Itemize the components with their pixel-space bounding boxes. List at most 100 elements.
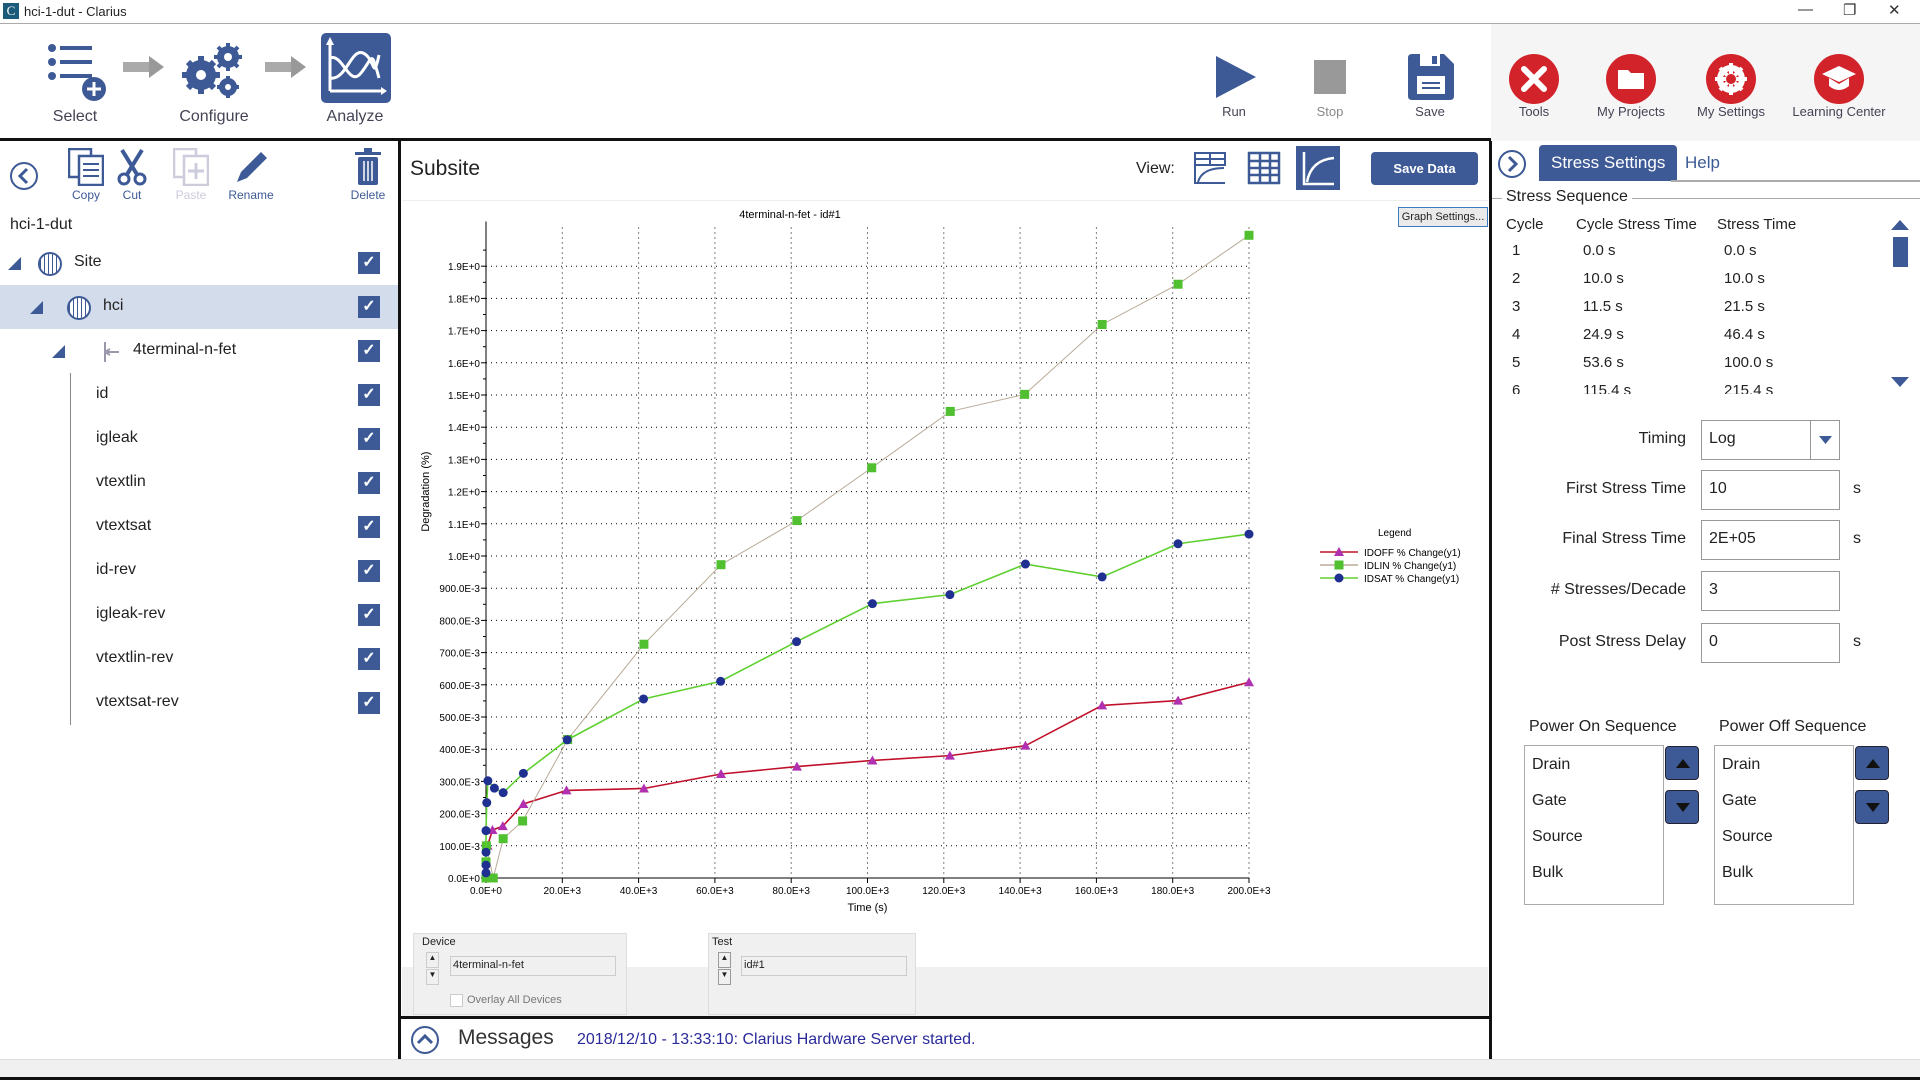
form-input[interactable]: 3 (1701, 571, 1840, 611)
configure-step-button[interactable]: Configure (174, 36, 254, 136)
paste-icon (173, 148, 209, 186)
power-on-list[interactable]: Drain Gate Source Bulk (1524, 745, 1664, 905)
power-off-list[interactable]: Drain Gate Source Bulk (1714, 745, 1854, 905)
run-button[interactable]: Run (1204, 52, 1264, 122)
list-item[interactable]: Bulk (1532, 864, 1563, 882)
tree-item-checkbox[interactable]: ✓ (358, 648, 380, 670)
tab-stress-settings[interactable]: Stress Settings (1539, 145, 1678, 181)
learning-center-button[interactable]: Learning Center (1792, 54, 1886, 124)
maximize-button[interactable]: ❐ (1843, 1, 1856, 19)
expand-triangle-icon[interactable] (30, 301, 43, 314)
table-view-icon[interactable] (1246, 150, 1282, 186)
list-item[interactable]: Gate (1532, 792, 1567, 810)
expand-triangle-icon[interactable] (52, 345, 65, 358)
stop-button[interactable]: Stop (1300, 52, 1360, 122)
title-bar: C hci-1-dut - Clarius — ❐ ✕ (0, 0, 1920, 24)
tree-item-4terminal-n-fet[interactable]: 4terminal-n-fet ✓ (0, 329, 398, 373)
tree-item-checkbox[interactable]: ✓ (358, 340, 380, 362)
scroll-down-icon[interactable] (1891, 375, 1909, 389)
tree-item-vtextlin-rev[interactable]: vtextlin-rev ✓ (0, 637, 398, 681)
tree-line (70, 505, 71, 549)
my-settings-button[interactable]: My Settings (1697, 54, 1765, 124)
list-item[interactable]: Drain (1532, 756, 1570, 774)
tree-item-checkbox[interactable]: ✓ (358, 692, 380, 714)
tab-help[interactable]: Help (1673, 145, 1732, 181)
data-point-circle (562, 735, 572, 745)
power-off-move-down-button[interactable] (1855, 790, 1889, 824)
tree-item-vtextsat-rev[interactable]: vtextsat-rev ✓ (0, 681, 398, 725)
power-on-move-down-button[interactable] (1665, 790, 1699, 824)
tools-button[interactable]: Tools (1504, 54, 1564, 124)
data-point-triangle (1244, 677, 1254, 687)
tree-item-id[interactable]: id ✓ (0, 373, 398, 417)
rename-button[interactable]: Rename (221, 148, 281, 204)
tree-item-hci[interactable]: hci ✓ (0, 285, 398, 329)
form-input[interactable]: 2E+05 (1701, 520, 1840, 560)
power-on-move-up-button[interactable] (1665, 746, 1699, 780)
tree-item-checkbox[interactable]: ✓ (358, 428, 380, 450)
tree-item-id-rev[interactable]: id-rev ✓ (0, 549, 398, 593)
paste-button[interactable]: Paste (161, 148, 221, 204)
tree-item-checkbox[interactable]: ✓ (358, 384, 380, 406)
table-cell: 10.0 s (1583, 270, 1624, 287)
analyze-step-button[interactable]: Analyze (315, 33, 395, 137)
list-item[interactable]: Bulk (1722, 864, 1753, 882)
list-item[interactable]: Source (1722, 828, 1773, 846)
expand-triangle-icon[interactable] (8, 257, 21, 270)
form-input[interactable]: 10 (1701, 470, 1840, 510)
save-data-button[interactable]: Save Data (1371, 152, 1478, 185)
tree-item-label: igleak-rev (96, 605, 166, 622)
device-down-button[interactable]: ▼ (426, 969, 439, 985)
minimize-button[interactable]: — (1798, 1, 1813, 18)
tree-item-checkbox[interactable]: ✓ (358, 516, 380, 538)
graph-view-icon[interactable] (1296, 146, 1340, 190)
tree-item-igleak-rev[interactable]: igleak-rev ✓ (0, 593, 398, 637)
scrollbar-thumb[interactable] (1893, 237, 1908, 267)
graph-table-view-icon[interactable] (1192, 150, 1228, 186)
test-up-button[interactable]: ▲ (718, 952, 731, 968)
table-cell: 100.0 s (1724, 354, 1774, 371)
y-tick-label: 1.1E+0 (448, 520, 480, 531)
expand-messages-icon[interactable] (410, 1025, 440, 1055)
power-off-move-up-button[interactable] (1855, 746, 1889, 780)
tree-item-checkbox[interactable]: ✓ (358, 472, 380, 494)
save-button[interactable]: Save (1400, 52, 1460, 122)
tree-line (70, 637, 71, 681)
list-item[interactable]: Drain (1722, 756, 1760, 774)
tree-item-checkbox[interactable]: ✓ (358, 560, 380, 582)
list-item[interactable]: Gate (1722, 792, 1757, 810)
tree-item-vtextsat[interactable]: vtextsat ✓ (0, 505, 398, 549)
tree-item-checkbox[interactable]: ✓ (358, 604, 380, 626)
collapse-right-icon[interactable] (1497, 149, 1527, 179)
floppy-disk-icon (1408, 54, 1454, 100)
select-step-button[interactable]: Select (35, 36, 115, 136)
tree-item-Site[interactable]: Site ✓ (0, 241, 398, 285)
list-item[interactable]: Source (1532, 828, 1583, 846)
collapse-left-icon[interactable] (9, 161, 39, 191)
tree-item-checkbox[interactable]: ✓ (358, 252, 380, 274)
chevron-down-icon[interactable] (1810, 421, 1839, 459)
left-splitter[interactable] (398, 141, 401, 1061)
tree-item-checkbox[interactable]: ✓ (358, 296, 380, 318)
cut-button[interactable]: Cut (102, 148, 162, 204)
tree-item-igleak[interactable]: igleak ✓ (0, 417, 398, 461)
y-tick-label: 200.0E-3 (439, 810, 480, 821)
form-label: Final Stress Time (1562, 530, 1686, 547)
scroll-up-icon[interactable] (1891, 218, 1909, 232)
delete-button[interactable]: Delete (338, 148, 398, 204)
graph-settings-button[interactable]: Graph Settings... (1398, 207, 1488, 227)
form-label: First Stress Time (1565, 480, 1686, 497)
test-down-button[interactable]: ▼ (718, 969, 731, 985)
close-button[interactable]: ✕ (1888, 1, 1901, 19)
y-tick-label: 1.9E+0 (448, 262, 480, 273)
power-off-label: Power Off Sequence (1719, 718, 1867, 735)
arrow-right-icon (265, 56, 306, 78)
device-field[interactable]: 4terminal-n-fet (450, 956, 616, 976)
y-tick-label: 600.0E-3 (439, 681, 480, 692)
my-projects-button[interactable]: My Projects (1597, 54, 1665, 124)
tree-item-vtextlin[interactable]: vtextlin ✓ (0, 461, 398, 505)
overlay-all-devices-checkbox[interactable] (450, 994, 463, 1007)
test-field[interactable]: id#1 (741, 956, 907, 976)
device-up-button[interactable]: ▲ (426, 952, 439, 968)
form-input[interactable]: 0 (1701, 623, 1840, 663)
